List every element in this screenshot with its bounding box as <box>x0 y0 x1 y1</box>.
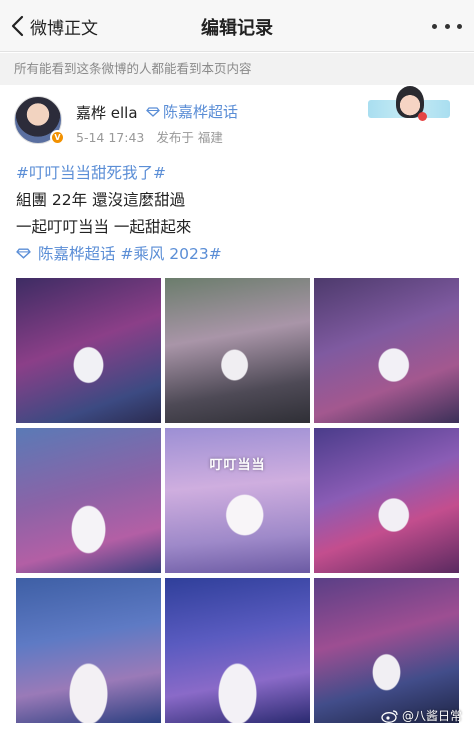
hashtag-link[interactable]: #乘风 2023# <box>120 245 221 263</box>
photo-thumbnail[interactable] <box>16 278 161 423</box>
super-topic-label: 陈嘉桦超话 <box>163 103 239 121</box>
post-text-line: 一起叮叮当当 一起甜起來 <box>16 218 192 236</box>
author-name[interactable]: 嘉桦 ella <box>76 102 138 123</box>
decoration-dot-icon <box>418 112 427 121</box>
post-time: 5-14 17:43 <box>76 130 145 145</box>
diamond-icon <box>16 248 31 259</box>
photo-thumbnail[interactable] <box>16 428 161 573</box>
photo-thumbnail[interactable] <box>16 578 161 723</box>
card-decoration <box>368 86 450 126</box>
photo-thumbnail[interactable]: 叮叮当当 <box>165 428 310 573</box>
photo-caption: 叮叮当当 <box>209 458 266 473</box>
weibo-logo-icon <box>381 709 398 723</box>
tag-line: 陈嘉桦超话 #乘风 2023# <box>16 241 456 268</box>
post-meta: 5-14 17:43 发布于 福建 <box>76 127 231 146</box>
more-dot-icon <box>432 23 437 29</box>
post-location: 发布于 福建 <box>156 130 223 145</box>
photo-thumbnail[interactable] <box>314 428 459 573</box>
diamond-icon <box>146 106 160 117</box>
verified-badge-icon: V <box>50 130 65 145</box>
back-button[interactable]: 微博正文 <box>10 12 98 40</box>
more-options-button[interactable] <box>432 16 462 36</box>
more-dot-icon <box>444 23 450 29</box>
author-header: V 嘉桦 ella 陈嘉桦超话 5-14 17:43 发布于 福建 <box>0 86 474 150</box>
super-topic-link[interactable]: 陈嘉桦超话 <box>38 245 116 263</box>
more-dot-icon <box>457 23 462 29</box>
navigation-bar: 微博正文 编辑记录 <box>0 0 474 52</box>
watermark: @八酱日常 <box>381 707 462 724</box>
photo-thumbnail[interactable] <box>165 278 310 423</box>
post-text-line: 組團 22年 還沒這麼甜過 <box>16 191 186 209</box>
back-label: 微博正文 <box>30 18 98 39</box>
photo-thumbnail[interactable] <box>314 278 459 423</box>
hashtag-link[interactable]: #叮叮当当甜死我了# <box>16 160 456 187</box>
photo-thumbnail[interactable] <box>314 578 459 723</box>
chevron-left-icon <box>11 15 24 37</box>
watermark-text: @八酱日常 <box>401 709 462 723</box>
photo-thumbnail[interactable] <box>165 578 310 723</box>
visibility-notice: 所有能看到这条微博的人都能看到本页内容 <box>0 53 474 85</box>
photo-grid: 叮叮当当 <box>16 278 460 726</box>
post-body: #叮叮当当甜死我了# 組團 22年 還沒這麼甜過 一起叮叮当当 一起甜起來 陈嘉… <box>16 160 456 268</box>
super-topic-link[interactable]: 陈嘉桦超话 <box>146 101 238 122</box>
